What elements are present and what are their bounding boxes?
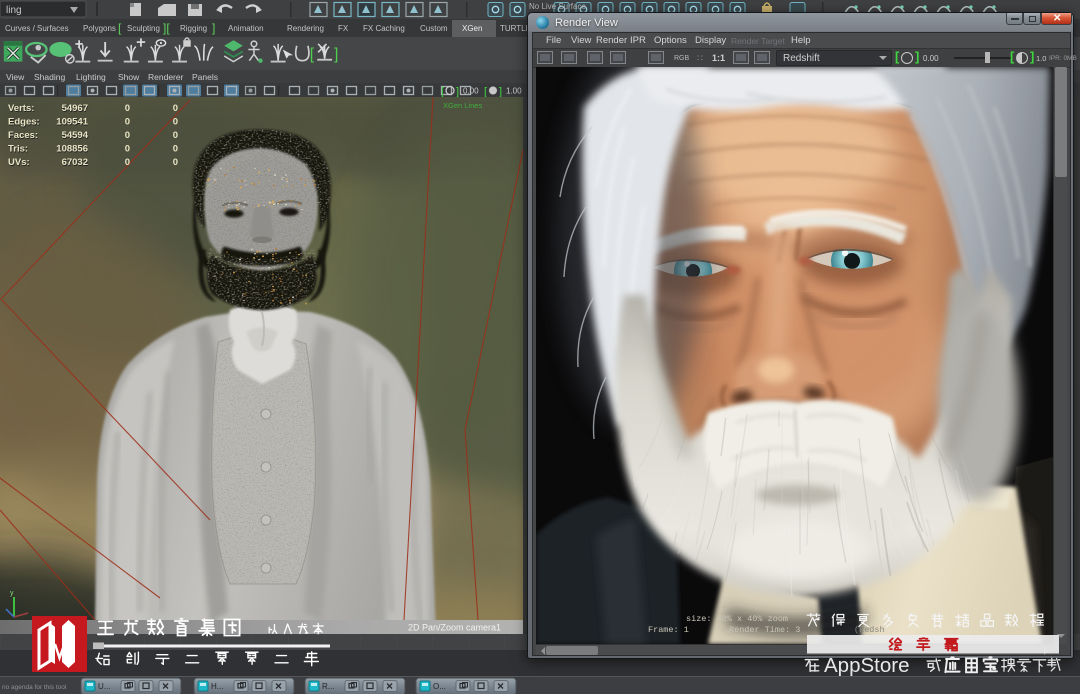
svg-text:0: 0 — [173, 157, 178, 168]
svg-text:][: ][ — [163, 21, 170, 35]
svg-text:Lighting: Lighting — [76, 72, 106, 82]
svg-text:Rendering: Rendering — [287, 24, 324, 33]
svg-text:109541: 109541 — [56, 117, 88, 128]
svg-text:Panels: Panels — [192, 72, 218, 82]
svg-text:0: 0 — [173, 103, 178, 114]
svg-text:y: y — [10, 590, 14, 597]
svg-text:UVs:: UVs: — [8, 157, 30, 168]
svg-text:0: 0 — [173, 117, 178, 128]
svg-text:(Redsh: (Redsh — [854, 625, 885, 635]
svg-text:FX: FX — [338, 24, 349, 33]
svg-text:Curves / Surfaces: Curves / Surfaces — [5, 24, 69, 33]
svg-text:[: [ — [310, 46, 315, 63]
svg-text:FX Caching: FX Caching — [363, 24, 405, 33]
svg-text:Show: Show — [118, 72, 140, 82]
svg-text:0: 0 — [125, 144, 130, 155]
svg-text:2D Pan/Zoom camera1: 2D Pan/Zoom camera1 — [408, 623, 501, 633]
svg-text:108856: 108856 — [56, 144, 88, 155]
svg-text:Render Time: 3: Render Time: 3 — [729, 625, 800, 635]
svg-text:Shading: Shading — [34, 72, 65, 82]
svg-text:View: View — [6, 72, 25, 82]
svg-text:]: ] — [334, 46, 338, 63]
svg-text:]: ] — [456, 86, 459, 97]
svg-text:]: ] — [212, 21, 215, 35]
svg-text:ling: ling — [6, 5, 22, 16]
svg-text:Verts:: Verts: — [8, 103, 34, 114]
svg-text:Polygons: Polygons — [83, 24, 116, 33]
svg-text:R...: R... — [322, 682, 334, 691]
svg-text:0: 0 — [173, 130, 178, 141]
svg-text:Tris:: Tris: — [8, 144, 28, 155]
svg-text:0: 0 — [125, 117, 130, 128]
svg-text:67032: 67032 — [62, 157, 88, 168]
svg-text:1.00: 1.00 — [506, 87, 522, 96]
svg-text:0.00: 0.00 — [463, 87, 479, 96]
svg-text:Animation: Animation — [228, 24, 264, 33]
svg-text:0: 0 — [125, 103, 130, 114]
svg-text:0: 0 — [125, 130, 130, 141]
svg-text:Frame: 1: Frame: 1 — [648, 625, 689, 635]
svg-text:Renderer: Renderer — [148, 72, 184, 82]
svg-text:No Live Surface: No Live Surface — [529, 2, 586, 11]
svg-text:O...: O... — [433, 682, 446, 691]
svg-text:Faces:: Faces: — [8, 130, 38, 141]
svg-text:[: [ — [441, 86, 444, 97]
svg-text:Sculpting: Sculpting — [127, 24, 160, 33]
svg-text:]: ] — [499, 86, 502, 97]
svg-text:54967: 54967 — [62, 103, 88, 114]
svg-text:U...: U... — [98, 682, 110, 691]
svg-text:[: [ — [484, 86, 487, 97]
svg-text:0: 0 — [125, 157, 130, 168]
svg-text:Custom: Custom — [420, 24, 448, 33]
svg-text:Edges:: Edges: — [8, 117, 40, 128]
svg-text:XGen Lines: XGen Lines — [443, 101, 482, 110]
svg-text:Rigging: Rigging — [180, 24, 207, 33]
svg-text:size: 40% x 40% zoom: size: 40% x 40% zoom — [686, 614, 788, 624]
svg-text:0: 0 — [173, 144, 178, 155]
svg-text:XGen: XGen — [462, 24, 482, 33]
svg-text:54594: 54594 — [62, 130, 89, 141]
svg-text:H...: H... — [211, 682, 223, 691]
